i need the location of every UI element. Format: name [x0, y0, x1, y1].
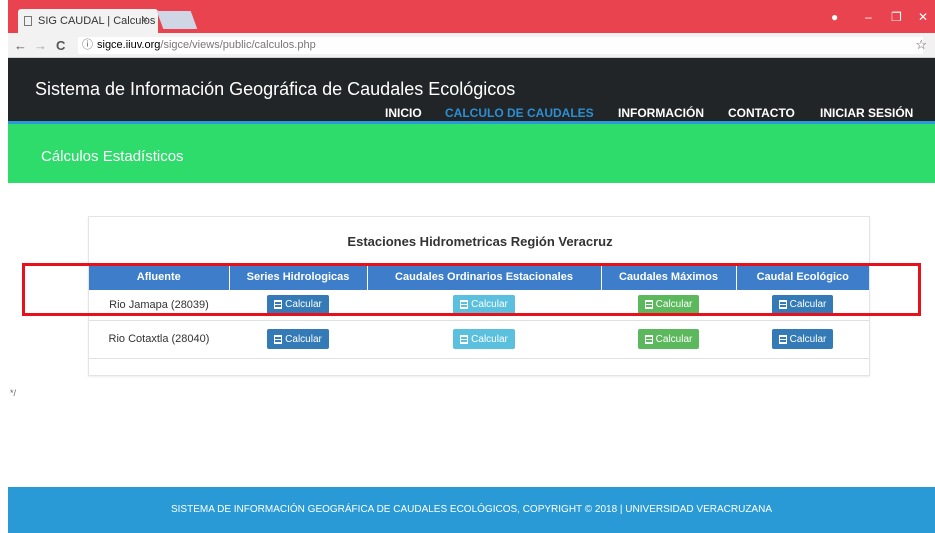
table-icon	[274, 334, 283, 344]
highlight-box	[22, 263, 921, 316]
page-title: Cálculos Estadísticos	[41, 148, 184, 165]
table-icon	[778, 334, 787, 344]
table-icon	[644, 334, 653, 344]
site-footer: SISTEMA DE INFORMACIÓN GEOGRÁFICA DE CAU…	[8, 487, 935, 533]
forward-icon[interactable]: →	[34, 38, 47, 53]
table-icon	[460, 334, 469, 344]
site-header: Sistema de Información Geográfica de Cau…	[8, 58, 935, 121]
nav-contacto[interactable]: CONTACTO	[728, 106, 795, 120]
calcular-ordinarios-button[interactable]: Calcular	[453, 329, 515, 349]
reload-icon[interactable]: C	[56, 38, 65, 53]
address-bar: ← → C ⓘ sigce.iiuv.org/sigce/views/public…	[8, 33, 935, 58]
site-title[interactable]: Sistema de Información Geográfica de Cau…	[35, 79, 515, 100]
series-cell: Calcular	[229, 320, 367, 359]
bookmark-star-icon[interactable]: ☆	[915, 37, 927, 53]
table-row: Rio Cotaxtla (28040) Calcular Calcular C…	[89, 320, 869, 359]
close-tab-icon[interactable]: ×	[142, 14, 148, 26]
browser-tab-bar: SIG CAUDAL | Calculos × ● – ❐ ✕	[8, 0, 935, 33]
nav-inicio[interactable]: INICIO	[385, 106, 422, 120]
nav-iniciar-sesion[interactable]: INICIAR SESIÓN	[820, 106, 913, 120]
new-tab-button[interactable]	[156, 11, 198, 29]
maximize-icon[interactable]: ❐	[891, 10, 902, 24]
tab-title: SIG CAUDAL | Calculos	[38, 15, 156, 27]
calcular-maximos-button[interactable]: Calcular	[637, 329, 700, 349]
profile-icon[interactable]: ●	[831, 10, 838, 24]
button-label: Calcular	[789, 333, 827, 345]
button-label: Calcular	[285, 333, 322, 345]
calcular-series-button[interactable]: Calcular	[267, 329, 329, 349]
url-path: /sigce/views/public/calculos.php	[160, 39, 316, 51]
maximos-cell: Calcular	[601, 320, 736, 359]
stray-text: */	[10, 388, 17, 398]
nav-calculo-de-caudales[interactable]: CALCULO DE CAUDALES	[445, 106, 594, 120]
back-icon[interactable]: ←	[14, 38, 27, 53]
url-host: sigce.iiuv.org	[97, 39, 161, 51]
ordinarios-cell: Calcular	[367, 320, 601, 359]
screen: SIG CAUDAL | Calculos × ● – ❐ ✕ ← → C ⓘ s…	[0, 0, 935, 533]
browser-tab[interactable]: SIG CAUDAL | Calculos ×	[18, 9, 158, 33]
ecologico-cell: Calcular	[736, 320, 869, 359]
info-icon[interactable]: ⓘ	[82, 39, 93, 51]
afluente-cell: Rio Cotaxtla (28040)	[89, 320, 229, 359]
page-icon	[24, 16, 32, 26]
nav-informacion[interactable]: INFORMACIÓN	[618, 106, 704, 120]
page-title-band: Cálculos Estadísticos	[8, 121, 935, 183]
button-label: Calcular	[471, 333, 508, 345]
left-edge	[0, 0, 8, 533]
button-label: Calcular	[655, 333, 693, 345]
minimize-icon[interactable]: –	[865, 10, 872, 24]
panel-title: Estaciones Hidrometricas Región Veracruz	[347, 234, 613, 249]
close-window-icon[interactable]: ✕	[918, 10, 928, 24]
url-input[interactable]: ⓘ sigce.iiuv.org/sigce/views/public/calcu…	[78, 37, 923, 54]
calcular-ecologico-button[interactable]: Calcular	[771, 329, 834, 349]
